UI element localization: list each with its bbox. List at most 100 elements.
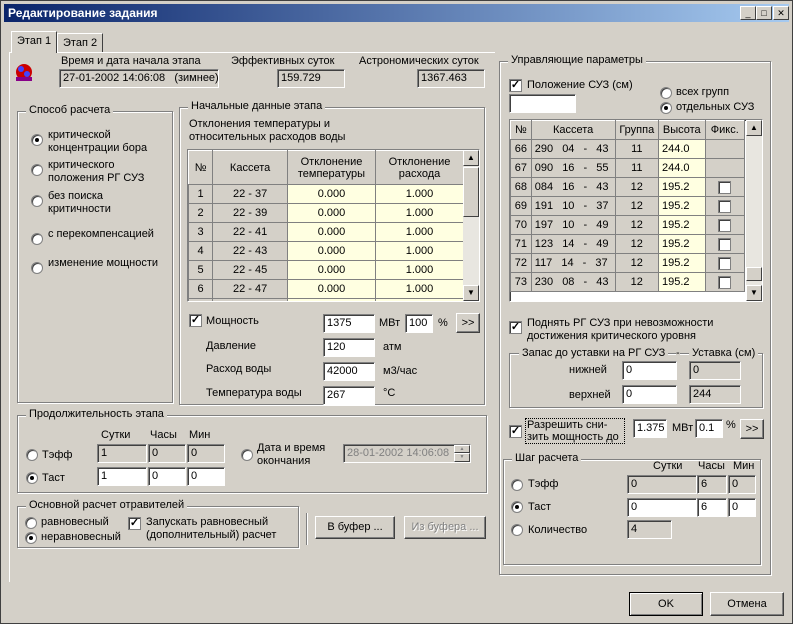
- table-row[interactable]: [188, 298, 465, 301]
- table-cell: 22 - 39: [212, 203, 288, 223]
- table-row[interactable]: 67 090 16 - 55 11 244.0: [510, 158, 746, 178]
- power-checkbox[interactable]: ✓: [189, 314, 202, 327]
- fix-checkbox[interactable]: [718, 180, 732, 194]
- suz-position-checkbox[interactable]: ✓: [509, 79, 522, 92]
- tab-stage-2[interactable]: Этап 2: [57, 33, 104, 53]
- upper-input[interactable]: 0: [622, 385, 677, 404]
- step-tast-days[interactable]: 0: [627, 498, 697, 517]
- table-row[interactable]: 5 22 - 45 0.000 1.000: [188, 260, 465, 280]
- to-buffer-button[interactable]: В буфер ...: [315, 516, 395, 539]
- power-input[interactable]: 1375: [323, 314, 375, 333]
- fix-checkbox[interactable]: [718, 256, 732, 270]
- table-row[interactable]: 2 22 - 39 0.000 1.000: [188, 203, 465, 223]
- table-cell[interactable]: 1.000: [374, 222, 465, 242]
- col-header: №: [510, 120, 532, 140]
- allow-more-button[interactable]: >>: [740, 419, 764, 439]
- minimize-button[interactable]: _: [740, 6, 756, 20]
- table-cell[interactable]: 0.000: [286, 203, 376, 223]
- table-cell[interactable]: 1.000: [374, 260, 465, 280]
- fix-checkbox[interactable]: [718, 275, 732, 289]
- table-row[interactable]: 4 22 - 43 0.000 1.000: [188, 241, 465, 261]
- table-row[interactable]: 73 230 08 - 43 12 195.2: [510, 272, 746, 292]
- table-cell[interactable]: 0.000: [286, 222, 376, 242]
- ok-button[interactable]: OK: [629, 592, 703, 616]
- tast-min[interactable]: 0: [187, 467, 225, 486]
- tast-hours[interactable]: 0: [148, 467, 186, 486]
- table-cell[interactable]: 195.2: [658, 272, 706, 292]
- step-tast-hours[interactable]: 6: [697, 498, 727, 517]
- table-cell[interactable]: 1.000: [374, 203, 465, 223]
- table-cell[interactable]: 0.000: [286, 241, 376, 261]
- pressure-input[interactable]: 120: [323, 338, 375, 357]
- table-row[interactable]: 69 191 10 - 37 12 195.2: [510, 196, 746, 216]
- table-cell[interactable]: 244.0: [658, 139, 706, 159]
- scroll-thumb[interactable]: [463, 167, 479, 217]
- table-cell[interactable]: 195.2: [658, 253, 706, 273]
- table-row[interactable]: 3 22 - 41 0.000 1.000: [188, 222, 465, 242]
- table-cell[interactable]: 1.000: [374, 279, 465, 299]
- step-tast-min[interactable]: 0: [728, 498, 756, 517]
- table-cell[interactable]: 195.2: [658, 215, 706, 235]
- tast-radio[interactable]: [26, 472, 38, 484]
- tast-days[interactable]: 1: [97, 467, 147, 486]
- temp-input[interactable]: 267: [323, 386, 375, 405]
- method-radio-2[interactable]: [31, 164, 43, 176]
- teff-radio[interactable]: [26, 449, 38, 461]
- table-cell[interactable]: 1.000: [374, 184, 465, 204]
- method-radio-4[interactable]: [31, 233, 43, 245]
- end-time-radio[interactable]: [241, 449, 253, 461]
- nonequilibrium-radio[interactable]: [25, 532, 37, 544]
- fix-checkbox[interactable]: [718, 218, 732, 232]
- raise-suz-checkbox[interactable]: ✓: [509, 321, 522, 334]
- close-button[interactable]: ✕: [773, 6, 789, 20]
- method-radio-3[interactable]: [31, 195, 43, 207]
- deviation-table[interactable]: № Кассета Отклонение температуры Отклонение…: [187, 149, 480, 302]
- fix-checkbox[interactable]: [718, 237, 732, 251]
- separate-suz-radio[interactable]: [660, 102, 672, 114]
- power-pct-input[interactable]: 100: [405, 314, 433, 333]
- table-cell[interactable]: 195.2: [658, 234, 706, 254]
- tab-stage-1[interactable]: Этап 1: [11, 31, 58, 53]
- allow-pct-input[interactable]: 0.1: [695, 419, 723, 438]
- scroll-down-icon[interactable]: ▼: [746, 285, 762, 301]
- power-more-button[interactable]: >>: [456, 313, 480, 333]
- table-row[interactable]: 71 123 14 - 49 12 195.2: [510, 234, 746, 254]
- suz-position-input[interactable]: [509, 94, 576, 113]
- suz-scrollbar[interactable]: ▲ ▼: [746, 120, 762, 301]
- equilibrium-radio[interactable]: [25, 517, 37, 529]
- table-row[interactable]: 6 22 - 47 0.000 1.000: [188, 279, 465, 299]
- scroll-up-icon[interactable]: ▲: [463, 150, 479, 166]
- table-cell: 11: [614, 158, 660, 178]
- table-row[interactable]: 72 117 14 - 37 12 195.2: [510, 253, 746, 273]
- allow-power-input[interactable]: 1.375: [633, 419, 667, 438]
- maximize-button[interactable]: □: [756, 6, 772, 20]
- allow-reduce-checkbox[interactable]: ✓: [509, 425, 522, 438]
- table-cell[interactable]: 0.000: [286, 260, 376, 280]
- all-groups-radio[interactable]: [660, 87, 672, 99]
- table-cell[interactable]: 244.0: [658, 158, 706, 178]
- lower-input[interactable]: 0: [622, 361, 677, 380]
- deviation-scrollbar[interactable]: ▲ ▼: [463, 150, 479, 301]
- step-tast-radio[interactable]: [511, 501, 523, 513]
- method-radio-5[interactable]: [31, 262, 43, 274]
- fix-checkbox[interactable]: [718, 199, 732, 213]
- table-cell[interactable]: 195.2: [658, 196, 706, 216]
- scroll-up-icon[interactable]: ▲: [746, 120, 762, 136]
- scroll-thumb[interactable]: [746, 267, 762, 281]
- run-extra-checkbox[interactable]: ✓: [128, 517, 141, 530]
- table-cell[interactable]: 195.2: [658, 177, 706, 197]
- step-teff-radio[interactable]: [511, 479, 523, 491]
- table-row[interactable]: 68 084 16 - 43 12 195.2: [510, 177, 746, 197]
- table-cell[interactable]: 0.000: [286, 184, 376, 204]
- suz-table[interactable]: № Кассета Группа Высота Фикс. 66 290 04 - 43 11…: [509, 119, 763, 302]
- cancel-button[interactable]: Отмена: [710, 592, 784, 616]
- table-cell[interactable]: 0.000: [286, 279, 376, 299]
- table-row[interactable]: 70 197 10 - 49 12 195.2: [510, 215, 746, 235]
- table-row[interactable]: 1 22 - 37 0.000 1.000: [188, 184, 465, 204]
- flow-input[interactable]: 42000: [323, 362, 375, 381]
- method-radio-1[interactable]: [31, 134, 43, 146]
- scroll-down-icon[interactable]: ▼: [463, 285, 479, 301]
- step-count-radio[interactable]: [511, 524, 523, 536]
- table-cell[interactable]: 1.000: [374, 241, 465, 261]
- table-row[interactable]: 66 290 04 - 43 11 244.0: [510, 139, 746, 159]
